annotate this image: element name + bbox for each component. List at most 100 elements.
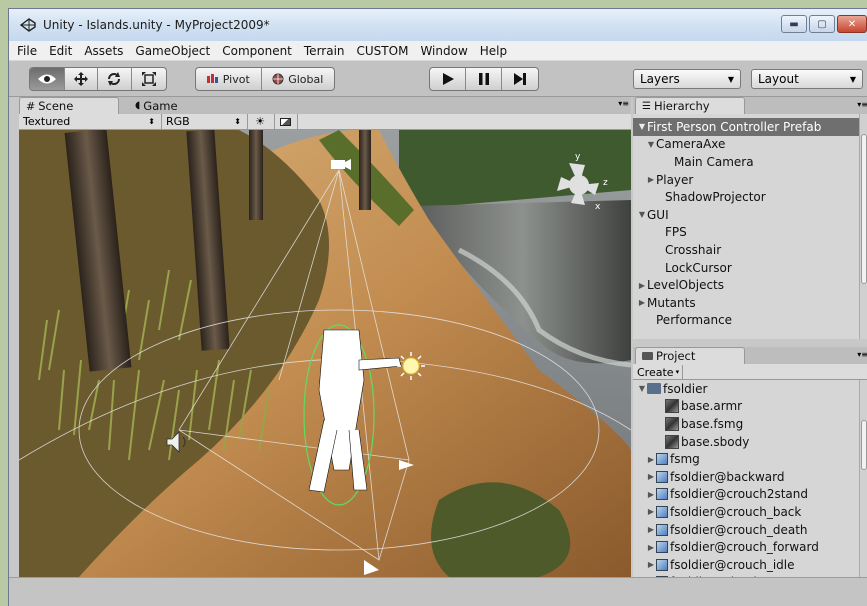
maximize-button[interactable]: ▢ <box>809 15 835 33</box>
hierarchy-item[interactable]: ▼ CameraAxe <box>633 136 859 154</box>
tree-item-label: fsoldier <box>663 381 708 396</box>
panel-menu-icon[interactable]: ▾≡ <box>857 100 867 109</box>
menu-terrain[interactable]: Terrain <box>298 44 351 58</box>
tab-project[interactable]: Project <box>635 347 745 364</box>
tab-scene[interactable]: # Scene <box>19 97 119 114</box>
minimize-button[interactable]: ▬ <box>781 15 807 33</box>
menu-edit[interactable]: Edit <box>43 44 78 58</box>
pivot-button[interactable]: Pivot <box>196 68 262 90</box>
expand-arrow-right-icon[interactable]: ▶ <box>646 507 656 516</box>
list-icon: ☰ <box>642 100 651 112</box>
tree-item-label: fsoldier@crouch_back <box>670 504 802 519</box>
expand-arrow-right-icon[interactable]: ▶ <box>637 281 647 290</box>
create-dropdown[interactable]: Create ▾ <box>637 365 683 379</box>
project-item[interactable]: ▶ fsoldier@crouch_forward <box>633 538 859 556</box>
play-button[interactable] <box>430 68 467 90</box>
expand-arrow-down-icon[interactable]: ▼ <box>637 384 647 393</box>
global-button[interactable]: Global <box>262 68 334 90</box>
menu-assets[interactable]: Assets <box>78 44 129 58</box>
tree-item-label: fsmg <box>670 452 700 467</box>
model-prefab-icon <box>656 470 668 483</box>
view-tool-button[interactable] <box>30 68 65 90</box>
project-item[interactable]: ▶ fsoldier@crouch2stand <box>633 486 859 504</box>
camera-gizmo <box>331 159 351 170</box>
scale-tool-button[interactable] <box>132 68 166 90</box>
expand-arrow-right-icon[interactable]: ▶ <box>646 560 656 569</box>
hierarchy-item[interactable]: Main Camera <box>633 153 859 171</box>
color-mode-dropdown[interactable]: RGB ⬍ <box>162 114 248 129</box>
render-mode-dropdown[interactable]: Textured ⬍ <box>19 114 162 129</box>
hierarchy-item[interactable]: FPS <box>633 224 859 242</box>
hierarchy-scrollbar[interactable] <box>859 114 867 339</box>
hierarchy-item[interactable]: ▶ LevelObjects <box>633 276 859 294</box>
chevron-down-icon: ▼ <box>727 74 734 84</box>
expand-arrow-right-icon[interactable]: ▶ <box>646 472 656 481</box>
spinner-arrows-icon: ⬍ <box>148 117 155 126</box>
menu-custom[interactable]: CUSTOM <box>351 44 415 58</box>
scrollbar-thumb[interactable] <box>861 134 867 284</box>
project-item[interactable]: ▶ fsoldier@crouch_idle <box>633 556 859 574</box>
project-tabbar: Project ▾≡ <box>633 347 867 364</box>
tab-game[interactable]: ◖ Game <box>129 97 188 114</box>
hierarchy-item[interactable]: ShadowProjector <box>633 188 859 206</box>
move-arrows-icon <box>73 72 88 86</box>
layout-dropdown[interactable]: Layout ▼ <box>751 69 863 89</box>
scrollbar-thumb[interactable] <box>861 420 867 470</box>
expand-arrow-right-icon[interactable]: ▶ <box>646 455 656 464</box>
model-prefab-icon <box>656 488 668 501</box>
spinner-arrows-icon: ⬍ <box>234 117 241 126</box>
rotate-tool-button[interactable] <box>98 68 132 90</box>
panel-menu-icon[interactable]: ▾≡ <box>857 350 867 359</box>
project-item[interactable]: ▶ fsoldier@backward <box>633 468 859 486</box>
expand-arrow-right-icon[interactable]: ▶ <box>637 298 647 307</box>
project-item[interactable]: ▶ fsoldier@crouch_death <box>633 521 859 539</box>
menu-help[interactable]: Help <box>474 44 513 58</box>
menu-component[interactable]: Component <box>216 44 298 58</box>
hierarchy-item[interactable]: ▼ First Person Controller Prefab <box>633 118 859 136</box>
tree-item-label: fsoldier@crouch2stand <box>670 487 809 502</box>
hierarchy-item[interactable]: ▶ Player <box>633 171 859 189</box>
hierarchy-item[interactable]: Crosshair <box>633 241 859 259</box>
project-item[interactable]: ▼ fsoldier <box>633 380 859 398</box>
expand-arrow-right-icon[interactable]: ▶ <box>646 175 656 184</box>
close-button[interactable]: ✕ <box>837 15 867 33</box>
menu-file[interactable]: File <box>11 44 43 58</box>
expand-arrow-right-icon[interactable]: ▶ <box>646 525 656 534</box>
move-tool-button[interactable] <box>65 68 99 90</box>
scene-lighting-toggle[interactable]: ☀ <box>248 114 275 129</box>
main-toolbar: Pivot Global Layers ▼ Layout ▼ <box>9 61 867 97</box>
menu-gameobject[interactable]: GameObject <box>129 44 216 58</box>
hierarchy-item[interactable]: ▶ Mutants <box>633 294 859 312</box>
expand-arrow-right-icon[interactable]: ▶ <box>646 490 656 499</box>
tree-item-label: FPS <box>665 225 687 240</box>
menu-window[interactable]: Window <box>414 44 473 58</box>
hierarchy-item[interactable]: LockCursor <box>633 259 859 277</box>
project-item[interactable]: ▶ fsoldier@crouch_back <box>633 503 859 521</box>
unity-logo-icon <box>19 18 36 32</box>
pause-button[interactable] <box>466 68 502 90</box>
expand-arrow-down-icon[interactable]: ▼ <box>646 140 656 149</box>
project-item[interactable]: base.sbody <box>633 433 859 451</box>
layers-dropdown[interactable]: Layers ▼ <box>633 69 741 89</box>
expand-arrow-down-icon[interactable]: ▼ <box>637 210 647 219</box>
right-panels: ☰ Hierarchy ▾≡ ▼ First Person Controller … <box>633 97 867 577</box>
hierarchy-item[interactable]: ▼ GUI <box>633 206 859 224</box>
expand-arrow-down-icon[interactable]: ▼ <box>637 122 647 131</box>
project-item[interactable]: base.fsmg <box>633 415 859 433</box>
project-tree: ▼ fsoldier base.armr base.fsmg base.sbody ▶ fs… <box>633 380 859 577</box>
step-button[interactable] <box>502 68 538 90</box>
project-item[interactable]: ▶ fsmg <box>633 450 859 468</box>
scene-overlay-toggle[interactable] <box>275 114 298 129</box>
project-item[interactable]: base.armr <box>633 398 859 416</box>
scene-viewport[interactable]: z x y <box>19 130 631 577</box>
tree-item-label: Player <box>656 172 694 187</box>
tab-hierarchy[interactable]: ☰ Hierarchy <box>635 97 745 114</box>
hierarchy-item[interactable]: Performance <box>633 312 859 330</box>
window-controls: ▬ ▢ ✕ <box>779 15 867 33</box>
expand-arrow-right-icon[interactable]: ▶ <box>646 543 656 552</box>
play-icon <box>442 73 454 85</box>
tree-item-label: GUI <box>647 207 669 222</box>
project-scrollbar[interactable] <box>859 380 867 577</box>
panel-menu-icon[interactable]: ▾≡ <box>618 99 629 108</box>
image-icon <box>279 117 291 126</box>
